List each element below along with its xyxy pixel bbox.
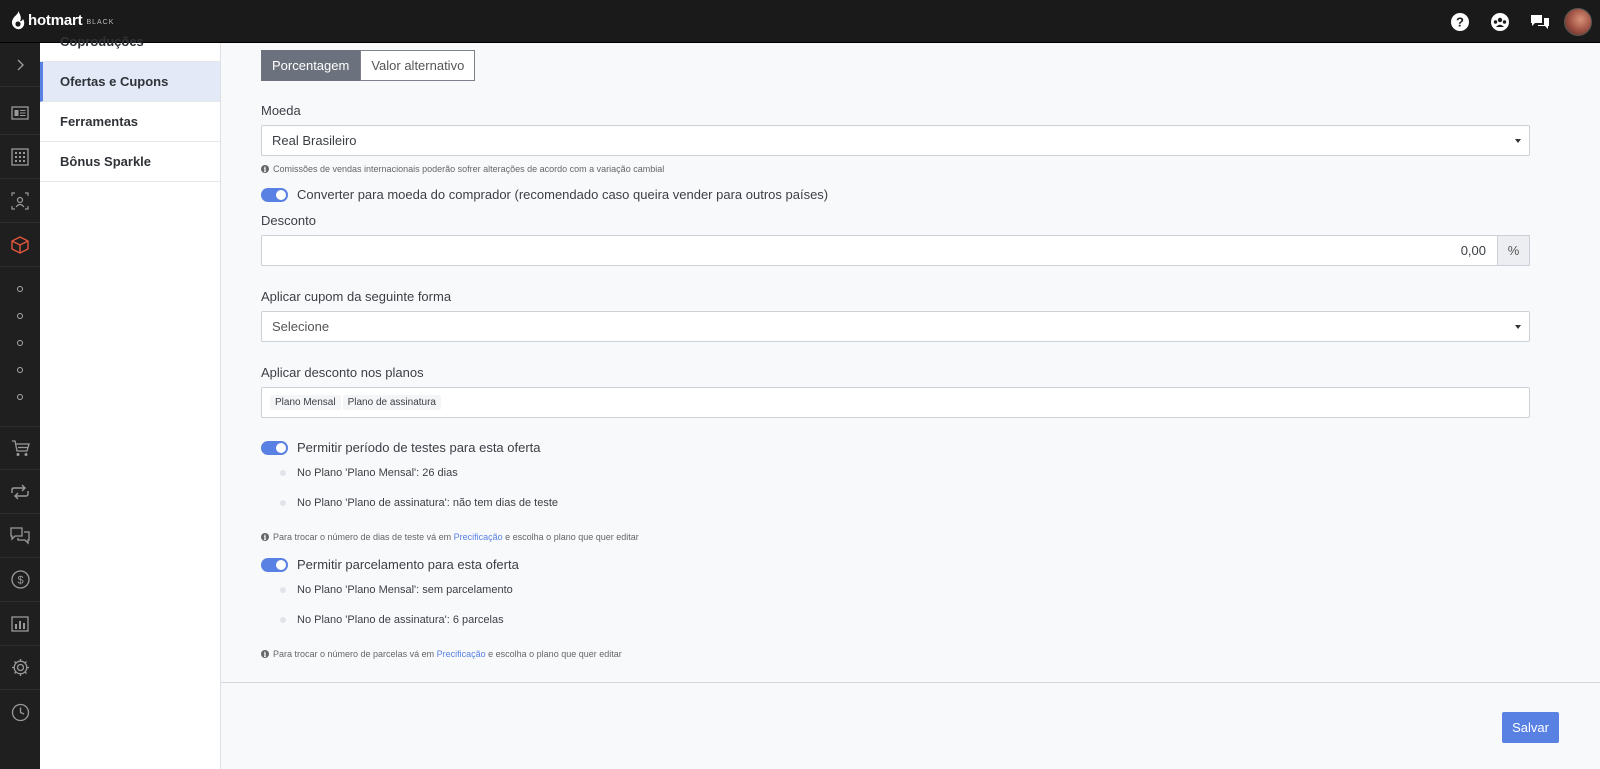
currency-hint: i Comissões de vendas internacionais pod… [261, 164, 664, 174]
trial-row: Permitir período de testes para esta ofe… [261, 440, 541, 455]
installments-hint-pre: Para trocar o número de parcelas vá em [273, 649, 435, 659]
currency-select[interactable]: Real Brasileiro [261, 125, 1530, 156]
messages-icon[interactable] [0, 514, 40, 558]
help-icon[interactable]: ? [1440, 0, 1480, 43]
plan-tag[interactable]: Plano Mensal [270, 395, 341, 410]
percentage-button[interactable]: Porcentagem [261, 50, 361, 81]
discount-value: 0,00 [1460, 243, 1486, 258]
submenu-item-bonus-sparkle[interactable]: Bônus Sparkle [40, 142, 220, 182]
submenu-item-label: Coproduções [60, 34, 144, 49]
bullet-icon [280, 587, 286, 593]
list-item: No Plano 'Plano de assinatura': 6 parcel… [280, 614, 504, 626]
chat-icon[interactable] [1520, 0, 1560, 43]
convert-currency-row: Converter para moeda do comprador (recom… [261, 187, 828, 202]
submenu-dot-icon[interactable] [17, 286, 23, 292]
footer-divider [221, 682, 1600, 683]
list-item: No Plano 'Plano Mensal': sem parcelament… [280, 584, 513, 596]
dollar-icon[interactable]: $ [0, 558, 40, 602]
info-icon: i [261, 650, 269, 659]
list-item: No Plano 'Plano de assinatura': não tem … [280, 497, 558, 509]
trial-toggle[interactable] [261, 440, 288, 455]
community-icon[interactable] [1480, 0, 1520, 43]
info-icon: i [261, 533, 269, 542]
left-rail: $ [0, 43, 40, 769]
convert-currency-toggle[interactable] [261, 187, 288, 202]
pricing-link[interactable]: Precificação [437, 649, 486, 659]
discount-type-toggle: Porcentagem Valor alternativo [261, 50, 476, 81]
top-bar: hotmart BLACK ? [0, 0, 1600, 43]
plans-multiselect[interactable]: Plano Mensal Plano de assinatura [261, 387, 1530, 418]
analytics-icon[interactable] [0, 602, 40, 646]
convert-currency-label: Converter para moeda do comprador (recom… [297, 187, 829, 202]
currency-value: Real Brasileiro [272, 133, 357, 148]
product-submenu: Coproduções Ofertas e Cupons Ferramentas… [40, 34, 221, 769]
network-icon[interactable] [0, 179, 40, 223]
percent-addon: % [1497, 235, 1530, 266]
apply-coupon-value: Selecione [272, 319, 330, 334]
discount-input[interactable]: 0,00 % [261, 235, 1530, 266]
apply-coupon-select[interactable]: Selecione [261, 311, 1530, 342]
currency-label: Moeda [261, 103, 301, 118]
svg-text:?: ? [1456, 14, 1464, 29]
discount-label: Desconto [261, 213, 316, 228]
submenu-item-ofertas-e-cupons[interactable]: Ofertas e Cupons [40, 62, 220, 102]
recurrence-icon[interactable] [0, 470, 40, 514]
submenu-item-label: Ferramentas [60, 114, 139, 129]
dashboard-icon[interactable] [0, 91, 40, 135]
caret-down-icon [1515, 139, 1521, 143]
currency-hint-text: Comissões de vendas internacionais poder… [273, 164, 665, 174]
submenu-item-coproducoes[interactable]: Coproduções [40, 22, 220, 62]
list-item: No Plano 'Plano Mensal': 26 dias [280, 467, 458, 479]
installments-item-text: No Plano 'Plano Mensal': sem parcelament… [297, 584, 513, 596]
trial-hint-pre: Para trocar o número de dias de teste vá… [273, 532, 452, 542]
installments-item-text: No Plano 'Plano de assinatura': 6 parcel… [297, 614, 504, 626]
clock-icon[interactable] [0, 690, 40, 734]
bullet-icon [280, 470, 286, 476]
plans-label: Aplicar desconto nos planos [261, 365, 424, 380]
bullet-icon [280, 617, 286, 623]
settings-icon[interactable] [0, 646, 40, 690]
installments-toggle[interactable] [261, 557, 288, 572]
product-cube-icon[interactable] [0, 223, 40, 267]
info-icon: i [261, 165, 269, 174]
submenu-dot-icon[interactable] [17, 340, 23, 346]
installments-label: Permitir parcelamento para esta oferta [297, 557, 519, 572]
installments-hint-post: e escolha o plano que quer editar [488, 649, 622, 659]
submenu-dot-icon[interactable] [17, 313, 23, 319]
trial-hint: i Para trocar o número de dias de teste … [261, 532, 639, 542]
submenu-dot-icon[interactable] [17, 367, 23, 373]
bullet-icon [280, 500, 286, 506]
submenu-item-ferramentas[interactable]: Ferramentas [40, 102, 220, 142]
trial-label: Permitir período de testes para esta ofe… [297, 440, 541, 455]
expand-icon[interactable] [0, 43, 40, 87]
cart-icon[interactable] [0, 426, 40, 470]
flame-icon [11, 11, 25, 30]
plan-tag[interactable]: Plano de assinatura [342, 395, 441, 410]
submenu-dot-icon[interactable] [17, 394, 23, 400]
pricing-link[interactable]: Precificação [454, 532, 503, 542]
alternative-value-button[interactable]: Valor alternativo [360, 50, 476, 81]
submenu-item-label: Bônus Sparkle [60, 154, 152, 169]
submenu-item-label: Ofertas e Cupons [60, 74, 169, 89]
installments-row: Permitir parcelamento para esta oferta [261, 557, 519, 572]
svg-text:$: $ [17, 575, 23, 587]
installments-hint: i Para trocar o número de parcelas vá em… [261, 649, 622, 659]
apps-grid-icon[interactable] [0, 135, 40, 179]
offer-form: Porcentagem Valor alternativo Moeda Real… [221, 43, 1600, 769]
trial-item-text: No Plano 'Plano Mensal': 26 dias [297, 467, 458, 479]
trial-hint-post: e escolha o plano que quer editar [505, 532, 639, 542]
caret-down-icon [1515, 325, 1521, 329]
apply-coupon-label: Aplicar cupom da seguinte forma [261, 289, 452, 304]
avatar[interactable] [1564, 7, 1592, 36]
trial-item-text: No Plano 'Plano de assinatura': não tem … [297, 497, 559, 509]
save-button[interactable]: Salvar [1502, 712, 1559, 743]
